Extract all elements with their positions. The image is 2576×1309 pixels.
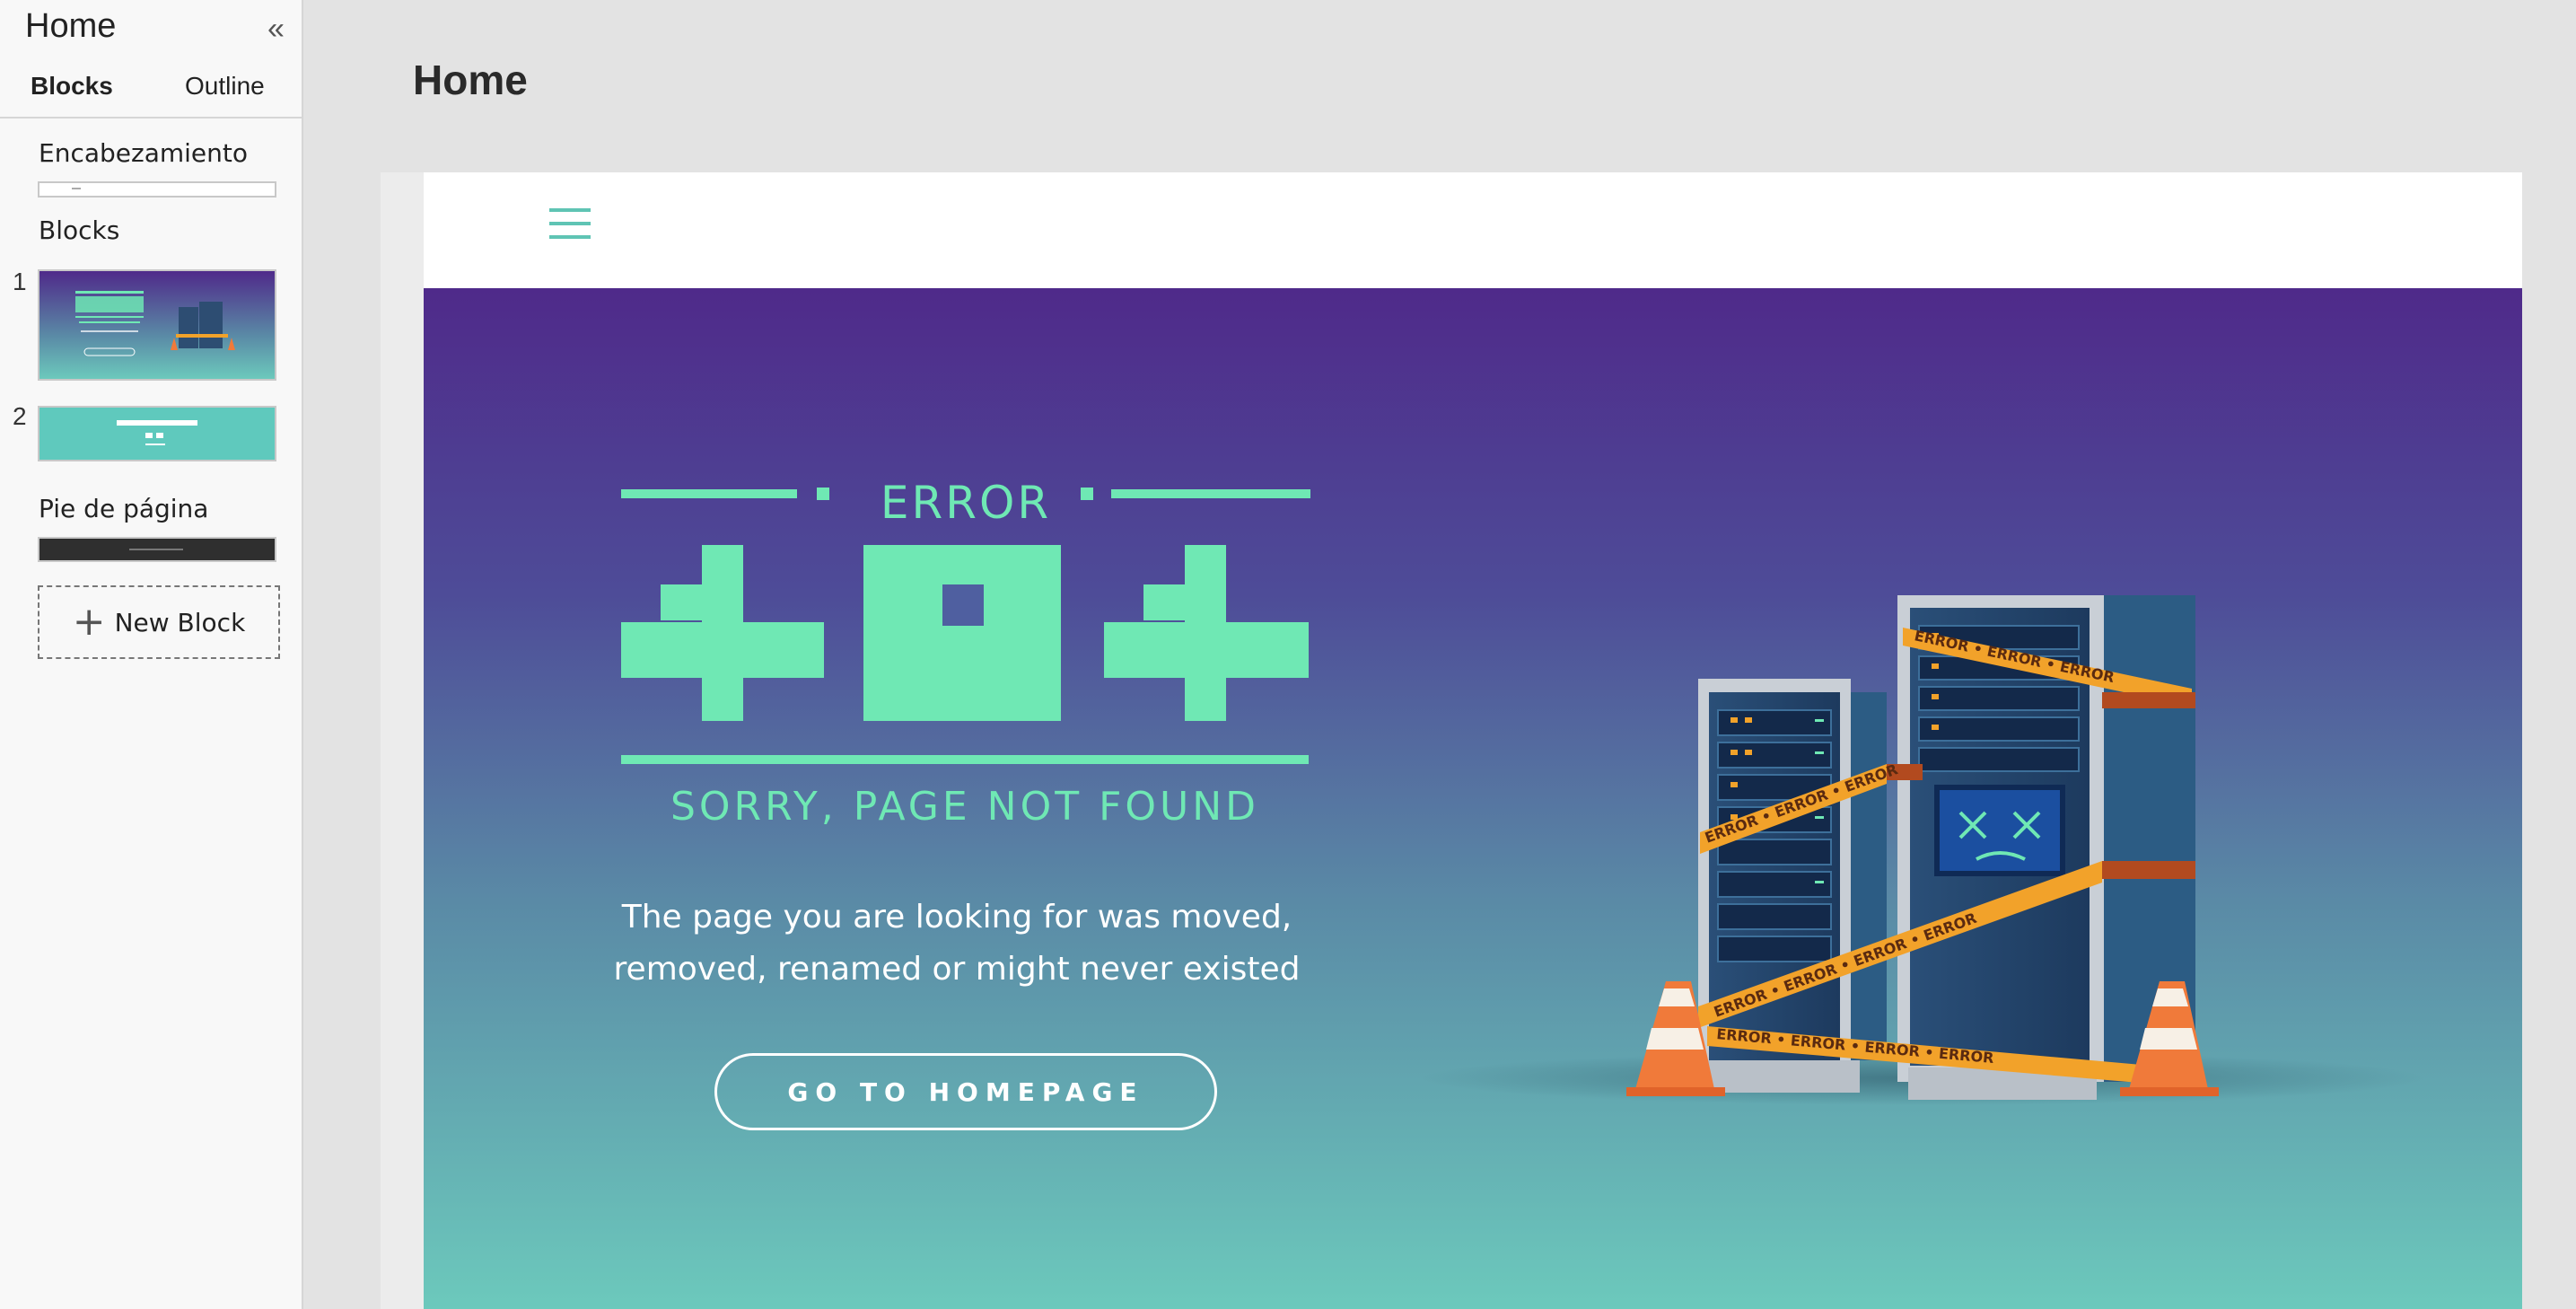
page-canvas: ERROR SORRY, PAGE NOT FOUND The page you… (424, 172, 2522, 1309)
collapse-sidebar-icon[interactable]: « (267, 11, 285, 47)
block-2-preview (117, 420, 197, 445)
divider-dot (817, 488, 829, 500)
block-1-thumbnail[interactable] (38, 269, 276, 381)
divider-line-bottom (621, 755, 1309, 764)
block-number: 1 (13, 268, 27, 295)
header-section-label: Encabezamiento (39, 138, 248, 168)
error-message-line-1: The page you are looking for was moved, (621, 899, 1292, 936)
block-2-thumbnail[interactable] (38, 406, 276, 461)
divider-line-left (621, 489, 797, 498)
canvas-gutter (381, 172, 425, 1309)
error-message-line-2: removed, renamed or might never existed (613, 951, 1301, 988)
broken-server-illustration: ERROR • ERROR • ERRORERROR • ERROR • ERR… (1420, 595, 2425, 1105)
tab-blocks[interactable]: Blocks (31, 72, 113, 101)
footer-section-label: Pie de página (39, 494, 209, 523)
sidebar-title: Home (25, 7, 117, 45)
site-header (424, 172, 2522, 290)
block-number: 2 (13, 402, 27, 430)
blocks-section-label: Blocks (39, 215, 120, 245)
go-to-homepage-button[interactable]: GO TO HOMEPAGE (714, 1053, 1217, 1130)
block-1-preview (75, 291, 235, 356)
error-label: ERROR (880, 477, 1052, 529)
plus-icon: + (72, 599, 106, 645)
hamburger-menu-icon[interactable] (549, 208, 591, 242)
hero-404-block: ERROR SORRY, PAGE NOT FOUND The page you… (424, 288, 2522, 1309)
new-block-label: New Block (114, 607, 246, 637)
sidebar-tabs: Blocks Outline (0, 63, 302, 119)
tab-outline[interactable]: Outline (185, 72, 265, 101)
not-found-subtitle: SORRY, PAGE NOT FOUND (670, 784, 1260, 830)
divider-line-right (1111, 489, 1310, 498)
page-title: Home (413, 57, 528, 103)
new-block-button[interactable]: + New Block (38, 585, 280, 659)
error-message: The page you are looking for was moved, … (607, 892, 1307, 996)
divider-dot (1081, 488, 1093, 500)
footer-thumbnail[interactable] (38, 537, 276, 562)
editor-sidebar: Home « Blocks Outline Encabezamiento Blo… (0, 0, 303, 1309)
header-thumbnail[interactable] (38, 181, 276, 198)
